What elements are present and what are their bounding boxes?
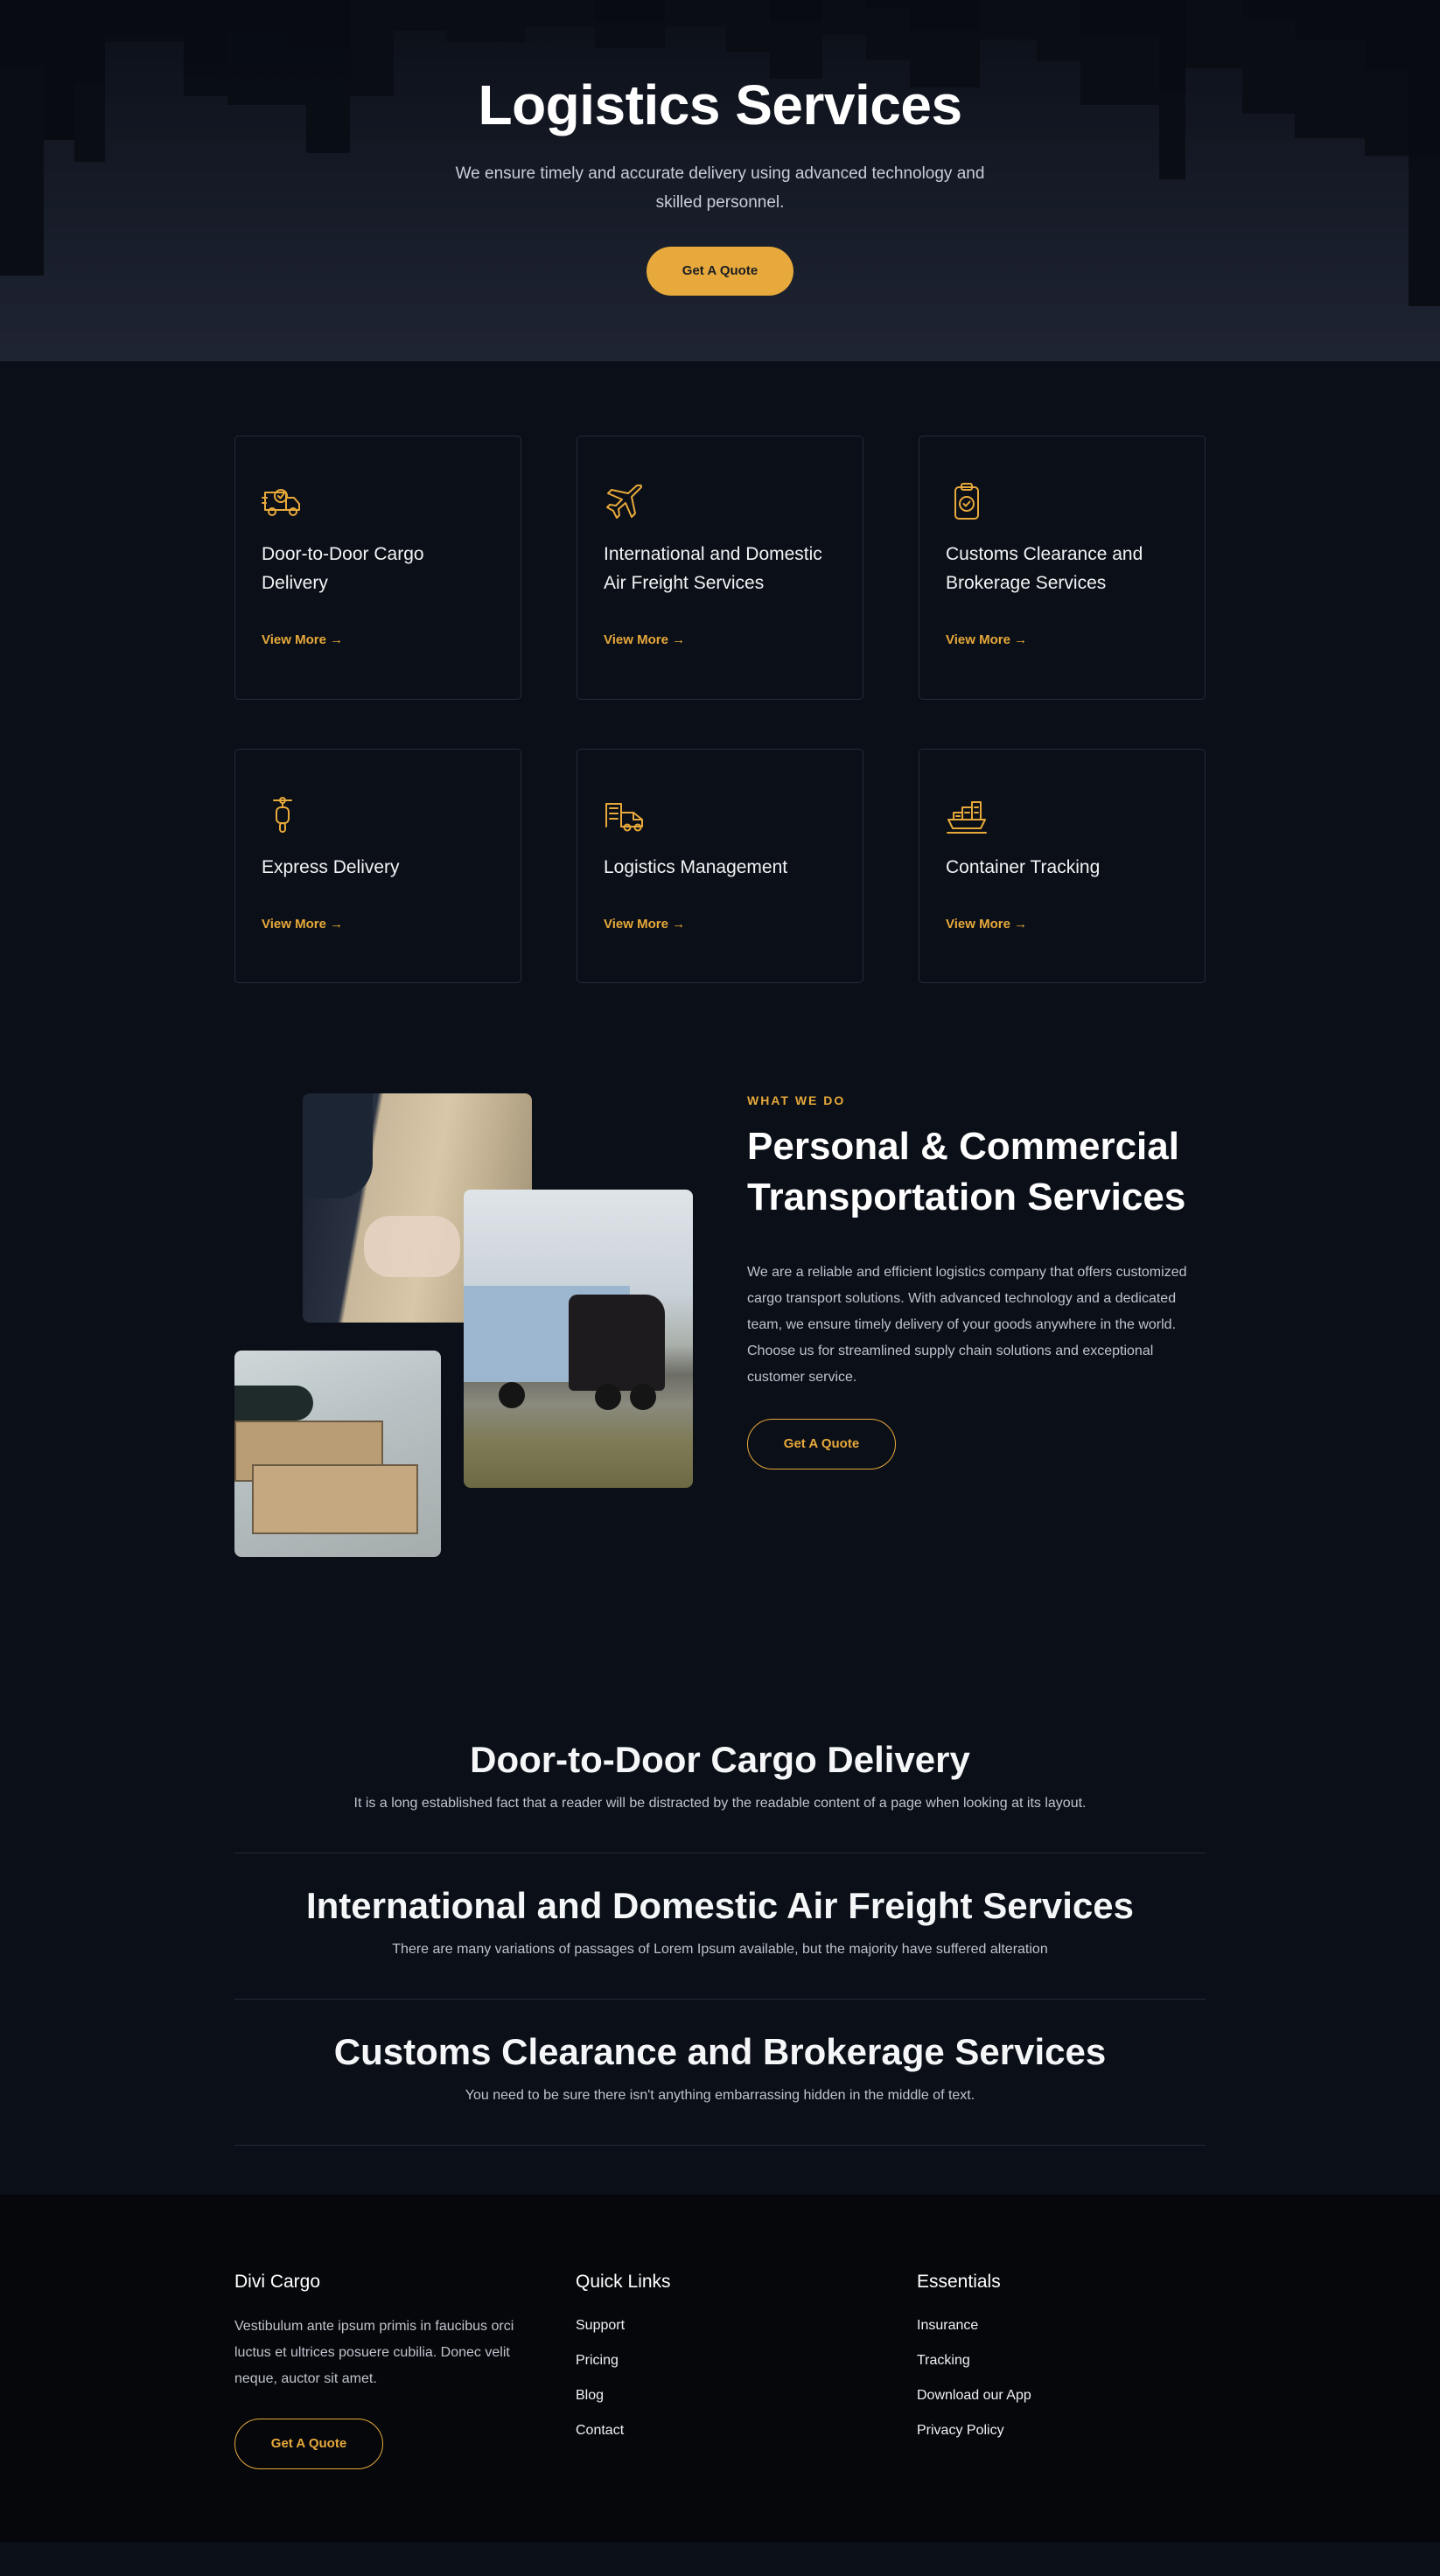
service-card[interactable]: Container Tracking View More → bbox=[919, 749, 1206, 983]
footer-essentials-column: Essentials Insurance Tracking Download o… bbox=[917, 2270, 1206, 2469]
view-more-link[interactable]: View More → bbox=[604, 917, 836, 932]
service-card[interactable]: Express Delivery View More → bbox=[234, 749, 521, 983]
service-card[interactable]: Customs Clearance and Brokerage Services… bbox=[919, 436, 1206, 700]
service-details-list: Door-to-Door Cargo Delivery It is a long… bbox=[234, 1735, 1206, 2146]
service-card-title: Customs Clearance and Brokerage Services bbox=[946, 544, 1143, 593]
footer-link-blog[interactable]: Blog bbox=[576, 2385, 917, 2406]
scooter-icon bbox=[273, 797, 292, 833]
service-detail-text: You need to be sure there isn't anything… bbox=[465, 2088, 975, 2103]
service-card-title: Container Tracking bbox=[946, 857, 1101, 877]
service-detail-title: Customs Clearance and Brokerage Services bbox=[333, 2031, 1107, 2072]
view-more-link[interactable]: View More → bbox=[946, 917, 1178, 932]
section-eyebrow: WHAT WE DO bbox=[747, 1093, 846, 1107]
footer-link-privacy-policy[interactable]: Privacy Policy bbox=[917, 2420, 1206, 2441]
service-detail-title: Door-to-Door Cargo Delivery bbox=[470, 1739, 970, 1780]
footer-link-contact[interactable]: Contact bbox=[576, 2420, 917, 2441]
boxes-delivery-photo bbox=[234, 1351, 441, 1557]
delivery-truck-icon bbox=[262, 489, 300, 516]
arrow-right-icon: → bbox=[330, 917, 344, 932]
service-card[interactable]: International and Domestic Air Freight S… bbox=[577, 436, 863, 700]
service-detail: Door-to-Door Cargo Delivery It is a long… bbox=[234, 1735, 1206, 1853]
what-we-do-text: WHAT WE DO Personal & Commercial Transpo… bbox=[747, 1093, 1206, 1470]
section-body: We are a reliable and efficient logistic… bbox=[747, 1265, 1187, 1385]
footer-quick-links-column: Quick Links Support Pricing Blog Contact bbox=[576, 2270, 917, 2469]
footer-brand-column: Divi Cargo Vestibulum ante ipsum primis … bbox=[234, 2270, 576, 2469]
service-card-title: Logistics Management bbox=[604, 857, 788, 877]
hero-section: Logistics Services We ensure timely and … bbox=[0, 0, 1440, 361]
service-detail-text: There are many variations of passages of… bbox=[392, 1942, 1048, 1957]
service-card-title: International and Domestic Air Freight S… bbox=[604, 544, 822, 593]
footer-link-support[interactable]: Support bbox=[576, 2315, 917, 2336]
footer-link-pricing[interactable]: Pricing bbox=[576, 2350, 917, 2371]
service-detail: Customs Clearance and Brokerage Services… bbox=[234, 2028, 1206, 2146]
service-detail-title: International and Domestic Air Freight S… bbox=[305, 1885, 1135, 1926]
footer-link-download-app[interactable]: Download our App bbox=[917, 2385, 1206, 2406]
warehouse-truck-icon bbox=[605, 803, 643, 832]
footer-column-title: Essentials bbox=[917, 2272, 1001, 2292]
semi-truck-photo bbox=[464, 1190, 693, 1488]
footer-link-tracking[interactable]: Tracking bbox=[917, 2350, 1206, 2371]
what-we-do-section: WHAT WE DO Personal & Commercial Transpo… bbox=[234, 1093, 1206, 1636]
service-cards-grid: Door-to-Door Cargo Delivery View More → … bbox=[234, 436, 1206, 983]
arrow-right-icon: → bbox=[672, 632, 686, 647]
clipboard-check-icon bbox=[954, 483, 979, 520]
service-card[interactable]: Door-to-Door Cargo Delivery View More → bbox=[234, 436, 521, 700]
view-more-link[interactable]: View More → bbox=[946, 632, 1178, 647]
site-footer: Divi Cargo Vestibulum ante ipsum primis … bbox=[0, 2195, 1440, 2542]
view-more-link[interactable]: View More → bbox=[604, 632, 836, 647]
arrow-right-icon: → bbox=[330, 632, 344, 647]
service-detail-text: It is a long established fact that a rea… bbox=[353, 1796, 1087, 1811]
service-detail: International and Domestic Air Freight S… bbox=[234, 1881, 1206, 2000]
page-title: Logistics Services bbox=[478, 73, 962, 136]
view-more-link[interactable]: View More → bbox=[262, 632, 494, 647]
airplane-icon bbox=[606, 484, 643, 519]
footer-brand: Divi Cargo bbox=[234, 2272, 321, 2292]
arrow-right-icon: → bbox=[1014, 917, 1028, 932]
service-card-title: Express Delivery bbox=[262, 857, 400, 877]
arrow-right-icon: → bbox=[1014, 632, 1028, 647]
arrow-right-icon: → bbox=[672, 917, 686, 932]
footer-description: Vestibulum ante ipsum primis in faucibus… bbox=[234, 2319, 514, 2386]
hero-get-quote-button[interactable]: Get A Quote bbox=[647, 247, 793, 296]
view-more-link[interactable]: View More → bbox=[262, 917, 494, 932]
footer-link-insurance[interactable]: Insurance bbox=[917, 2315, 1206, 2336]
service-card-title: Door-to-Door Cargo Delivery bbox=[262, 544, 424, 593]
what-we-do-get-quote-button[interactable]: Get A Quote bbox=[747, 1419, 896, 1470]
service-card[interactable]: Logistics Management View More → bbox=[577, 749, 863, 983]
footer-column-title: Quick Links bbox=[576, 2272, 671, 2292]
section-heading: Personal & Commercial Transportation Ser… bbox=[747, 1125, 1186, 1218]
footer-get-quote-button[interactable]: Get A Quote bbox=[234, 2419, 383, 2469]
hero-subtitle: We ensure timely and accurate delivery u… bbox=[455, 164, 985, 212]
cargo-ship-icon bbox=[947, 801, 987, 834]
